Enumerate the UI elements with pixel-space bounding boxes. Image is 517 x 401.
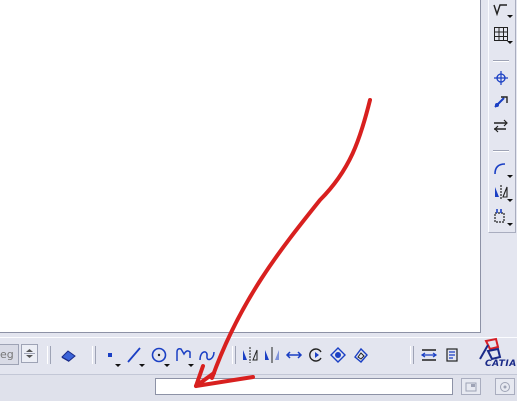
right-toolbar xyxy=(485,0,517,337)
profile-icon[interactable] xyxy=(173,345,194,367)
line-icon[interactable] xyxy=(124,345,145,367)
sketch-analysis-icon[interactable] xyxy=(490,0,513,20)
mirror-axis-icon[interactable] xyxy=(262,345,282,365)
toolbar-separator xyxy=(493,150,509,152)
eraser-icon[interactable] xyxy=(59,345,79,365)
window-button[interactable] xyxy=(461,378,481,395)
lock-icon[interactable] xyxy=(495,378,515,395)
circle-icon[interactable] xyxy=(149,345,170,367)
toolbar-grip xyxy=(92,346,96,364)
mirror-icon[interactable] xyxy=(490,182,513,202)
toolbar-separator xyxy=(493,60,509,62)
translate-icon[interactable] xyxy=(284,345,304,365)
status-bar xyxy=(0,374,517,401)
auto-constraint-icon[interactable] xyxy=(442,345,462,365)
point-icon[interactable] xyxy=(100,345,121,367)
toolbar-grip xyxy=(47,346,51,364)
toolbar-grip xyxy=(410,346,414,364)
scale-icon[interactable] xyxy=(328,345,348,365)
point-snap-icon[interactable] xyxy=(490,68,512,88)
spline-icon[interactable] xyxy=(197,345,217,365)
project-3d-elements-icon[interactable] xyxy=(490,206,513,226)
unit-spinner[interactable] xyxy=(21,344,38,363)
toolbar-grip xyxy=(232,346,236,364)
bottom-toolbar xyxy=(0,337,517,375)
construction-element-icon[interactable] xyxy=(490,92,512,112)
symmetry-icon[interactable] xyxy=(240,345,260,365)
grid-icon[interactable] xyxy=(490,24,513,44)
drawing-canvas[interactable] xyxy=(0,0,481,333)
geometrical-constraints-icon[interactable] xyxy=(490,116,512,136)
offset-icon[interactable] xyxy=(351,345,371,365)
unit-field[interactable]: eg xyxy=(0,344,19,365)
corner-icon[interactable] xyxy=(490,158,513,178)
catia-logo-text: CATIA xyxy=(485,359,517,369)
command-input[interactable] xyxy=(155,378,453,395)
rotate-icon[interactable] xyxy=(306,345,326,365)
constraint-dimension-icon[interactable] xyxy=(419,345,439,365)
